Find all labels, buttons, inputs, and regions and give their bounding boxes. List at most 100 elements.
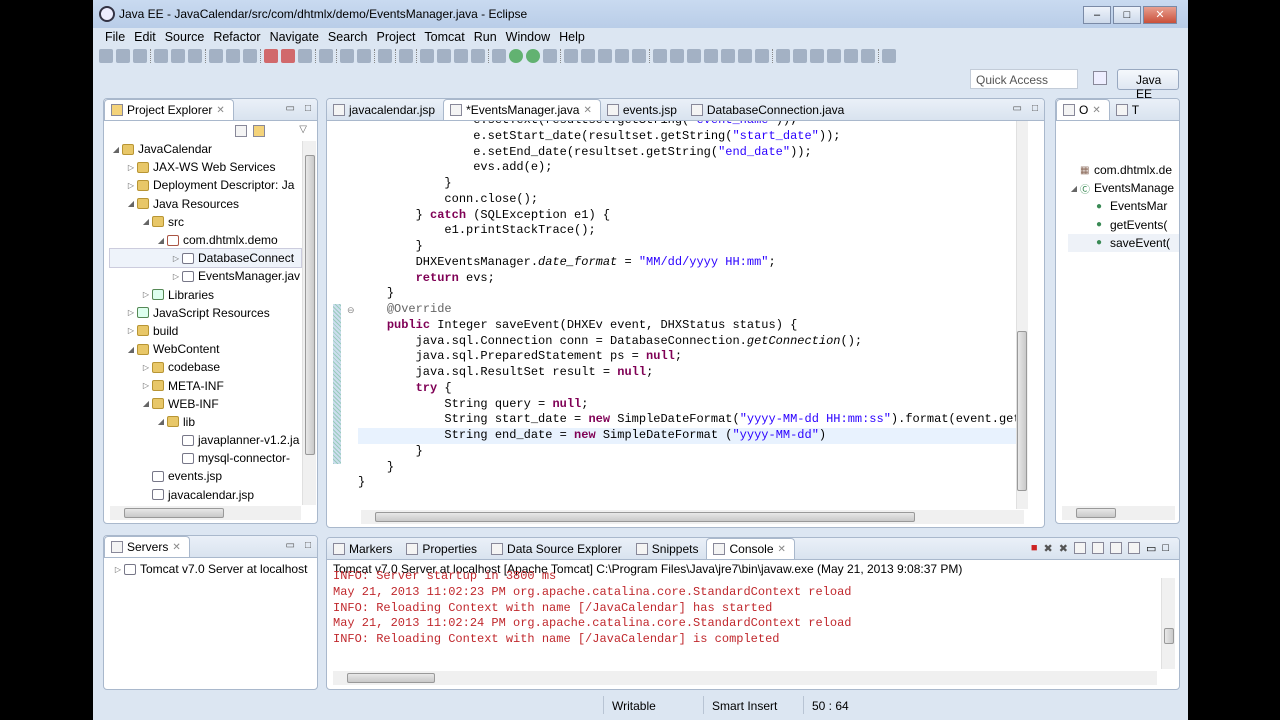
toolbar-button-icon[interactable] bbox=[776, 49, 790, 63]
vertical-scrollbar[interactable] bbox=[1016, 121, 1028, 509]
minimize-icon[interactable]: ▭ bbox=[1146, 542, 1156, 555]
minimize-button[interactable]: – bbox=[1083, 6, 1111, 24]
tree-item[interactable]: events.jsp bbox=[110, 467, 301, 485]
expanded-arrow-icon[interactable]: ◢ bbox=[140, 399, 152, 408]
collapsed-arrow-icon[interactable]: ▷ bbox=[140, 363, 152, 372]
menu-project[interactable]: Project bbox=[373, 28, 421, 46]
remove-launch-icon[interactable]: ✖ bbox=[1044, 542, 1053, 555]
clear-console-icon[interactable] bbox=[1073, 542, 1086, 554]
editor-tab[interactable]: *EventsManager.java ✕ bbox=[443, 99, 601, 120]
vertical-scrollbar[interactable] bbox=[302, 141, 316, 505]
toolbar-button-icon[interactable] bbox=[882, 49, 896, 63]
toolbar-button-icon[interactable] bbox=[471, 49, 485, 63]
toolbar-button-icon[interactable] bbox=[243, 49, 257, 63]
maximize-icon[interactable]: □ bbox=[1162, 542, 1169, 555]
scroll-thumb[interactable] bbox=[1076, 508, 1116, 518]
tab-console[interactable]: Console ✕ bbox=[706, 538, 795, 559]
scroll-thumb[interactable] bbox=[347, 673, 435, 683]
expanded-arrow-icon[interactable]: ◢ bbox=[155, 236, 167, 245]
horizontal-scrollbar[interactable] bbox=[110, 506, 301, 520]
editor-tab[interactable]: javacalendar.jsp bbox=[327, 100, 443, 120]
menu-window[interactable]: Window bbox=[502, 28, 555, 46]
outline-item[interactable]: ● saveEvent( bbox=[1068, 233, 1179, 252]
tree-item[interactable]: ▷ EventsManager.jav bbox=[110, 267, 301, 285]
collapsed-arrow-icon[interactable]: ▷ bbox=[170, 254, 182, 263]
collapsed-arrow-icon[interactable]: ▷ bbox=[140, 381, 152, 390]
maximize-icon[interactable]: □ bbox=[1032, 103, 1038, 114]
close-icon[interactable]: ✕ bbox=[778, 544, 786, 555]
tree-item[interactable]: mysql-connector- bbox=[110, 449, 301, 467]
menu-refactor[interactable]: Refactor bbox=[209, 28, 265, 46]
collapsed-arrow-icon[interactable]: ▷ bbox=[170, 272, 182, 281]
toolbar-button-icon[interactable] bbox=[581, 49, 595, 63]
toolbar-button-icon[interactable] bbox=[154, 49, 168, 63]
outline-item[interactable]: ◢ Ⓒ EventsManage bbox=[1068, 179, 1179, 197]
tree-item[interactable]: ▷ Libraries bbox=[110, 286, 301, 304]
toolbar-button-icon[interactable] bbox=[399, 49, 413, 63]
toolbar-button-icon[interactable] bbox=[378, 49, 392, 63]
vertical-scrollbar[interactable] bbox=[1161, 578, 1175, 669]
horizontal-scrollbar[interactable] bbox=[361, 510, 1024, 524]
toolbar-button-icon[interactable] bbox=[704, 49, 718, 63]
toolbar-button-icon[interactable] bbox=[209, 49, 223, 63]
toolbar-button-icon[interactable] bbox=[861, 49, 875, 63]
toolbar-button-icon[interactable] bbox=[420, 49, 434, 63]
close-icon[interactable]: ✕ bbox=[1092, 105, 1100, 116]
minimize-icon[interactable]: ▭ bbox=[286, 540, 295, 551]
expanded-arrow-icon[interactable]: ◢ bbox=[110, 145, 122, 154]
maximize-button[interactable]: □ bbox=[1113, 6, 1141, 24]
toolbar-button-icon[interactable] bbox=[615, 49, 629, 63]
tree-item[interactable]: ◢ Java Resources bbox=[110, 195, 301, 213]
toolbar-button-icon[interactable] bbox=[564, 49, 578, 63]
toolbar-button-icon[interactable] bbox=[437, 49, 451, 63]
toolbar-button-icon[interactable] bbox=[281, 49, 295, 63]
scroll-lock-icon[interactable] bbox=[1091, 542, 1104, 554]
menu-file[interactable]: File bbox=[101, 28, 130, 46]
outline-item[interactable]: ● EventsMar bbox=[1068, 197, 1179, 215]
collapsed-arrow-icon[interactable]: ▷ bbox=[125, 163, 137, 172]
tree-item[interactable]: ◢ JavaCalendar bbox=[110, 140, 301, 158]
toolbar-button-icon[interactable] bbox=[357, 49, 371, 63]
tab-data-source-explorer[interactable]: Data Source Explorer bbox=[485, 539, 630, 559]
editor-tab[interactable]: events.jsp bbox=[601, 100, 685, 120]
toolbar-button-icon[interactable] bbox=[264, 49, 278, 63]
tree-item[interactable]: ▷ DatabaseConnect bbox=[109, 248, 302, 269]
tree-item[interactable]: javaplanner-v1.2.ja bbox=[110, 431, 301, 449]
tab-markers[interactable]: Markers bbox=[327, 539, 400, 559]
toolbar-button-icon[interactable] bbox=[116, 49, 130, 63]
scroll-thumb[interactable] bbox=[1164, 628, 1174, 644]
tree-item[interactable]: ◢ src bbox=[110, 213, 301, 231]
tree-item[interactable]: javacalendar.jsp bbox=[110, 486, 301, 504]
toolbar-button-icon[interactable] bbox=[810, 49, 824, 63]
toolbar-button-icon[interactable] bbox=[632, 49, 646, 63]
tree-item[interactable]: ▷ JavaScript Resources bbox=[110, 304, 301, 322]
quick-access-input[interactable]: Quick Access bbox=[970, 69, 1078, 89]
horizontal-scrollbar[interactable] bbox=[333, 671, 1157, 685]
toolbar-button-icon[interactable] bbox=[844, 49, 858, 63]
code-editor[interactable]: e.setText(resultset.getString("event_nam… bbox=[358, 121, 1026, 491]
menu-run[interactable]: Run bbox=[470, 28, 502, 46]
expanded-arrow-icon[interactable]: ◢ bbox=[140, 217, 152, 226]
tree-item[interactable]: ▷ Deployment Descriptor: Ja bbox=[110, 176, 301, 194]
toolbar-button-icon[interactable] bbox=[670, 49, 684, 63]
display-console-icon[interactable] bbox=[1127, 542, 1140, 554]
open-perspective-icon[interactable] bbox=[1093, 71, 1107, 85]
toolbar-button-icon[interactable] bbox=[721, 49, 735, 63]
tab-properties[interactable]: Properties bbox=[400, 539, 485, 559]
maximize-icon[interactable]: □ bbox=[305, 103, 311, 114]
tree-item[interactable]: ▷ META-INF bbox=[110, 376, 301, 394]
menu-help[interactable]: Help bbox=[555, 28, 590, 46]
collapse-all-icon[interactable] bbox=[235, 125, 247, 137]
tree-item[interactable]: ▷ build bbox=[110, 322, 301, 340]
toolbar-button-icon[interactable] bbox=[226, 49, 240, 63]
horizontal-scrollbar[interactable] bbox=[1062, 506, 1175, 520]
toolbar-button-icon[interactable] bbox=[171, 49, 185, 63]
expanded-arrow-icon[interactable]: ◢ bbox=[125, 199, 137, 208]
tab-outline[interactable]: O ✕ bbox=[1056, 99, 1110, 120]
tree-item[interactable]: ◢ com.dhtmlx.demo bbox=[110, 231, 301, 249]
toolbar-button-icon[interactable] bbox=[319, 49, 333, 63]
pin-console-icon[interactable] bbox=[1109, 542, 1122, 554]
collapsed-arrow-icon[interactable]: ▷ bbox=[125, 326, 137, 335]
expanded-arrow-icon[interactable]: ◢ bbox=[125, 345, 137, 354]
menu-navigate[interactable]: Navigate bbox=[266, 28, 324, 46]
